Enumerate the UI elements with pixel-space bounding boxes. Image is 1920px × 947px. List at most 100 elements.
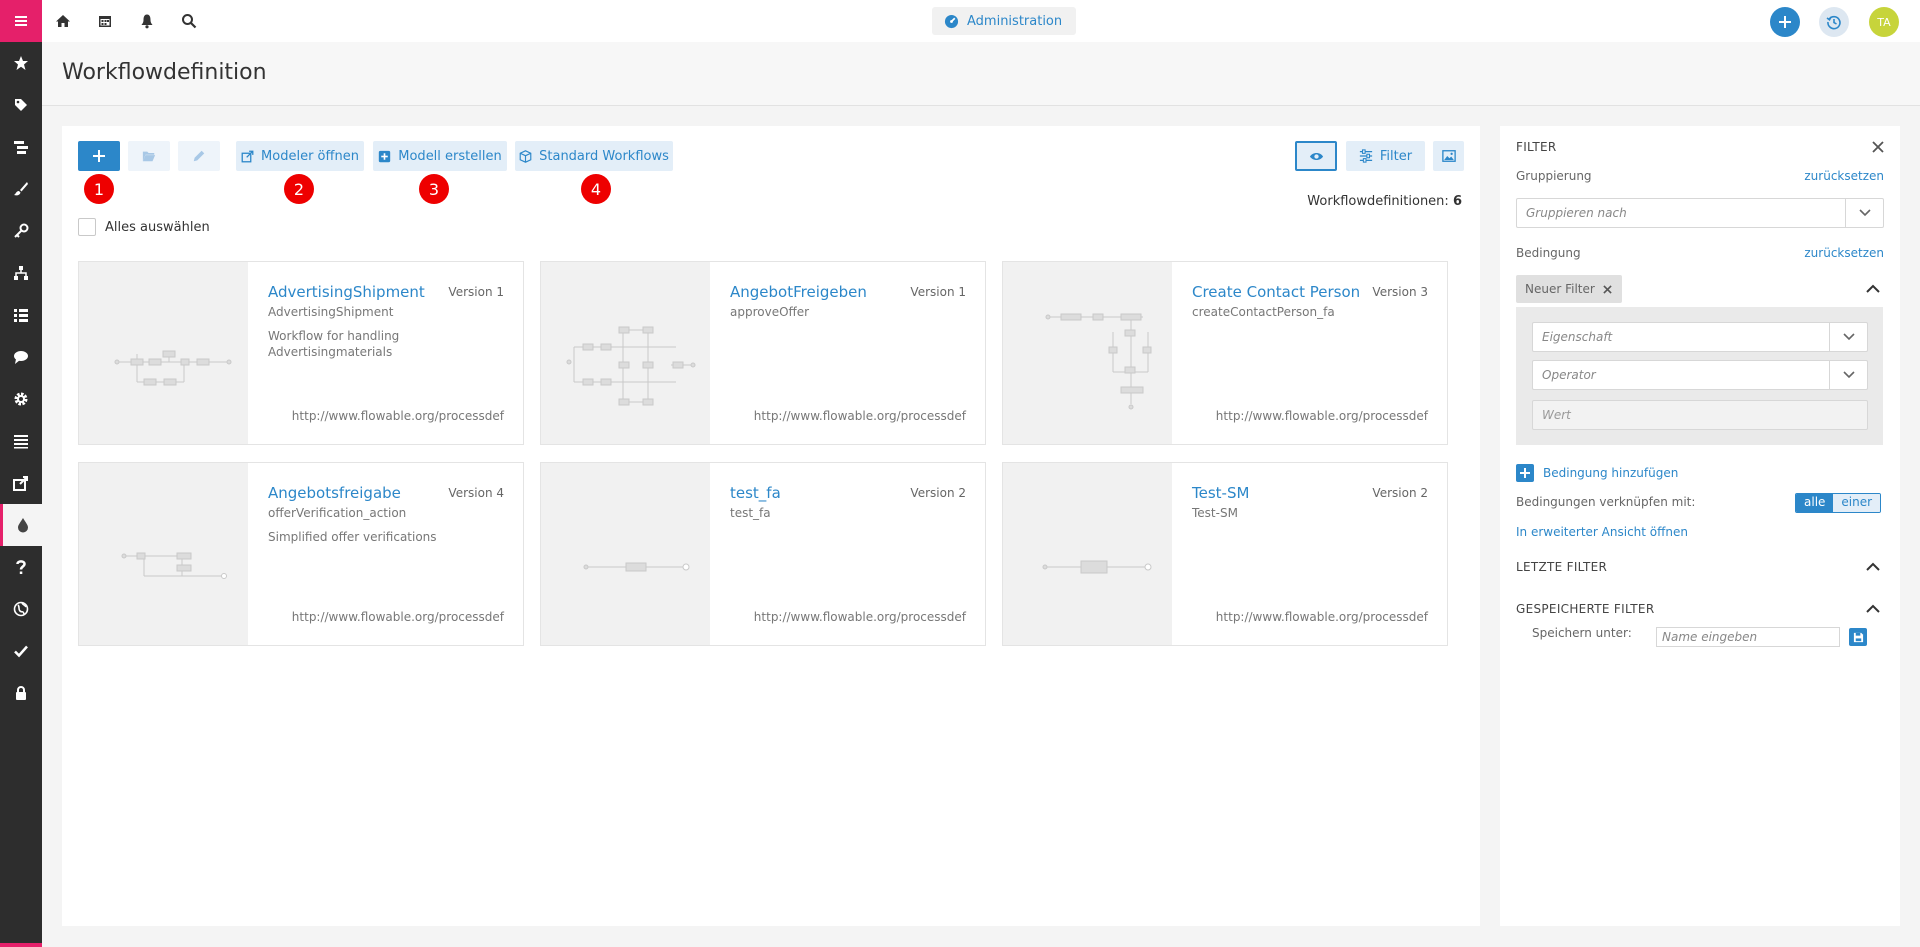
- workflow-namespace: http://www.flowable.org/processdef: [753, 409, 966, 423]
- administration-button[interactable]: Administration: [932, 7, 1077, 35]
- workflow-name-link[interactable]: Angebotsfreigabe: [268, 484, 401, 502]
- grouping-reset-link[interactable]: zurücksetzen: [1804, 169, 1884, 183]
- workflow-version: Version 1: [910, 285, 966, 299]
- sidebar-item-messages[interactable]: [0, 336, 42, 378]
- sidebar-item-settings[interactable]: [0, 378, 42, 420]
- view-toggle-button[interactable]: [1295, 141, 1337, 171]
- create-model-button[interactable]: Modell erstellen: [373, 141, 507, 171]
- check-icon: [14, 645, 28, 658]
- sidebar-accent-bar: [0, 943, 42, 947]
- edit-button[interactable]: [178, 141, 220, 171]
- chevron-down-icon: [1842, 371, 1855, 379]
- chevron-up-icon[interactable]: [1866, 284, 1880, 294]
- menu-button[interactable]: [0, 0, 42, 42]
- add-condition-button[interactable]: Bedingung hinzufügen: [1516, 464, 1678, 482]
- dashboard-gauge-icon: [944, 14, 959, 28]
- chevron-up-icon[interactable]: [1866, 562, 1880, 572]
- sidebar-item-export[interactable]: [0, 462, 42, 504]
- sidebar-item-workflows[interactable]: [0, 504, 42, 546]
- calendar-icon[interactable]: [97, 13, 113, 29]
- sidebar-item-tags[interactable]: [0, 84, 42, 126]
- workflow-description: Simplified offer verifications: [268, 530, 437, 544]
- eye-icon: [1309, 152, 1323, 160]
- list-icon: [14, 309, 28, 322]
- link-conditions-toggle[interactable]: alle einer: [1795, 493, 1882, 513]
- select-all-label: Alles auswählen: [105, 219, 210, 235]
- sliders-icon: [1359, 149, 1373, 163]
- workflow-name-link[interactable]: AngebotFreigeben: [730, 283, 867, 301]
- standard-workflows-label: Standard Workflows: [539, 148, 669, 164]
- save-under-label: Speichern unter:: [1532, 626, 1632, 640]
- close-icon[interactable]: [1872, 141, 1884, 153]
- remove-chip-icon[interactable]: [1603, 284, 1612, 294]
- workflow-name-link[interactable]: AdvertisingShipment: [268, 283, 425, 301]
- select-all-checkbox[interactable]: [78, 218, 96, 236]
- create-new-button[interactable]: [1770, 7, 1800, 37]
- workflow-name-link[interactable]: Test-SM: [1192, 484, 1249, 502]
- globe-icon: [13, 601, 29, 617]
- sidebar-item-favorites[interactable]: [0, 42, 42, 84]
- workflow-namespace: http://www.flowable.org/processdef: [1215, 610, 1428, 624]
- bell-icon[interactable]: [139, 13, 155, 29]
- value-input[interactable]: Wert: [1532, 400, 1868, 430]
- workflow-card[interactable]: Test-SM Version 2 Test-SM http://www.flo…: [1002, 462, 1448, 646]
- save-filter-row: Speichern unter:: [1532, 626, 1632, 640]
- link-all-option[interactable]: alle: [1796, 494, 1834, 512]
- add-button[interactable]: [78, 141, 120, 171]
- workflow-name-link[interactable]: Create Contact Person: [1192, 283, 1360, 301]
- save-filter-button[interactable]: [1849, 628, 1867, 646]
- user-avatar[interactable]: TA: [1869, 7, 1899, 37]
- search-icon[interactable]: [181, 13, 197, 29]
- link-one-option[interactable]: einer: [1833, 494, 1881, 512]
- workflow-card[interactable]: AdvertisingShipment Version 1 Advertisin…: [78, 261, 524, 445]
- page-title: Workflowdefinition: [62, 60, 267, 85]
- modeler-open-button[interactable]: Modeler öffnen: [236, 141, 364, 171]
- sidebar-item-tasks[interactable]: [0, 630, 42, 672]
- chevron-down-icon: [1842, 333, 1855, 341]
- workflow-list-panel: Modeler öffnen Modell erstellen Standard…: [62, 126, 1480, 926]
- workflow-card[interactable]: Create Contact Person Version 3 createCo…: [1002, 261, 1448, 445]
- workflow-name-link[interactable]: test_fa: [730, 484, 781, 502]
- condition-label: Bedingung: [1516, 246, 1581, 260]
- list-alt-icon: [14, 141, 28, 154]
- avatar-initials: TA: [1877, 15, 1891, 29]
- question-icon: [16, 560, 26, 574]
- home-icon[interactable]: [55, 13, 71, 29]
- workflow-diagram-thumbnail: [541, 463, 710, 645]
- history-button[interactable]: [1819, 7, 1849, 37]
- filter-name-input[interactable]: Name eingeben: [1656, 627, 1840, 647]
- workflow-namespace: http://www.flowable.org/processdef: [291, 409, 504, 423]
- add-condition-label: Bedingung hinzufügen: [1543, 466, 1679, 480]
- sidebar-item-language[interactable]: [0, 588, 42, 630]
- workflow-namespace: http://www.flowable.org/processdef: [291, 610, 504, 624]
- operator-select[interactable]: Operator: [1532, 360, 1868, 390]
- link-conditions-label: Bedingungen verknüpfen mit:: [1516, 495, 1696, 509]
- sidebar-item-tables[interactable]: [0, 420, 42, 462]
- sidebar-item-organization[interactable]: [0, 252, 42, 294]
- property-select[interactable]: Eigenschaft: [1532, 322, 1868, 352]
- workflow-version: Version 1: [448, 285, 504, 299]
- sidebar-item-lists[interactable]: [0, 294, 42, 336]
- workflow-key: offerVerification_action: [268, 506, 407, 520]
- sidebar-item-help[interactable]: [0, 546, 42, 588]
- saved-filters-heading[interactable]: GESPEICHERTE FILTER: [1516, 602, 1654, 616]
- group-by-select[interactable]: Gruppieren nach: [1516, 198, 1884, 228]
- filter-button[interactable]: Filter: [1346, 141, 1425, 171]
- history-icon: [1826, 15, 1841, 30]
- last-filters-heading[interactable]: LETZTE FILTER: [1516, 560, 1607, 574]
- chevron-up-icon[interactable]: [1866, 604, 1880, 614]
- sidebar-item-structure[interactable]: [0, 126, 42, 168]
- sidebar-item-keys[interactable]: [0, 210, 42, 252]
- image-view-button[interactable]: [1433, 141, 1464, 171]
- sidebar-item-design[interactable]: [0, 168, 42, 210]
- sidebar-item-lock[interactable]: [0, 672, 42, 714]
- new-filter-chip[interactable]: Neuer Filter: [1516, 275, 1622, 303]
- workflow-card[interactable]: AngebotFreigeben Version 1 approveOffer …: [540, 261, 986, 445]
- standard-workflows-button[interactable]: Standard Workflows: [515, 141, 673, 171]
- open-folder-button[interactable]: [128, 141, 170, 171]
- extended-view-link[interactable]: In erweiterter Ansicht öffnen: [1516, 525, 1688, 539]
- workflow-card[interactable]: Angebotsfreigabe Version 4 offerVerifica…: [78, 462, 524, 646]
- select-all[interactable]: Alles auswählen: [78, 218, 210, 236]
- condition-reset-link[interactable]: zurücksetzen: [1804, 246, 1884, 260]
- workflow-card[interactable]: test_fa Version 2 test_fa http://www.flo…: [540, 462, 986, 646]
